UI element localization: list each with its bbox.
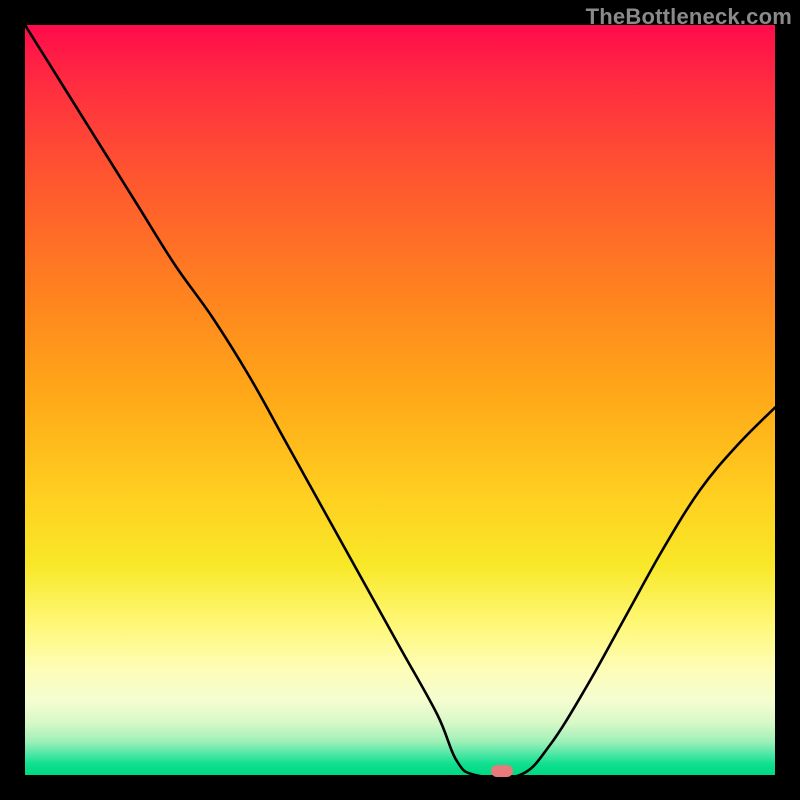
chart-container: TheBottleneck.com xyxy=(0,0,800,800)
watermark-text: TheBottleneck.com xyxy=(586,4,792,30)
bottleneck-curve xyxy=(25,25,775,775)
optimal-point-marker xyxy=(491,765,513,777)
